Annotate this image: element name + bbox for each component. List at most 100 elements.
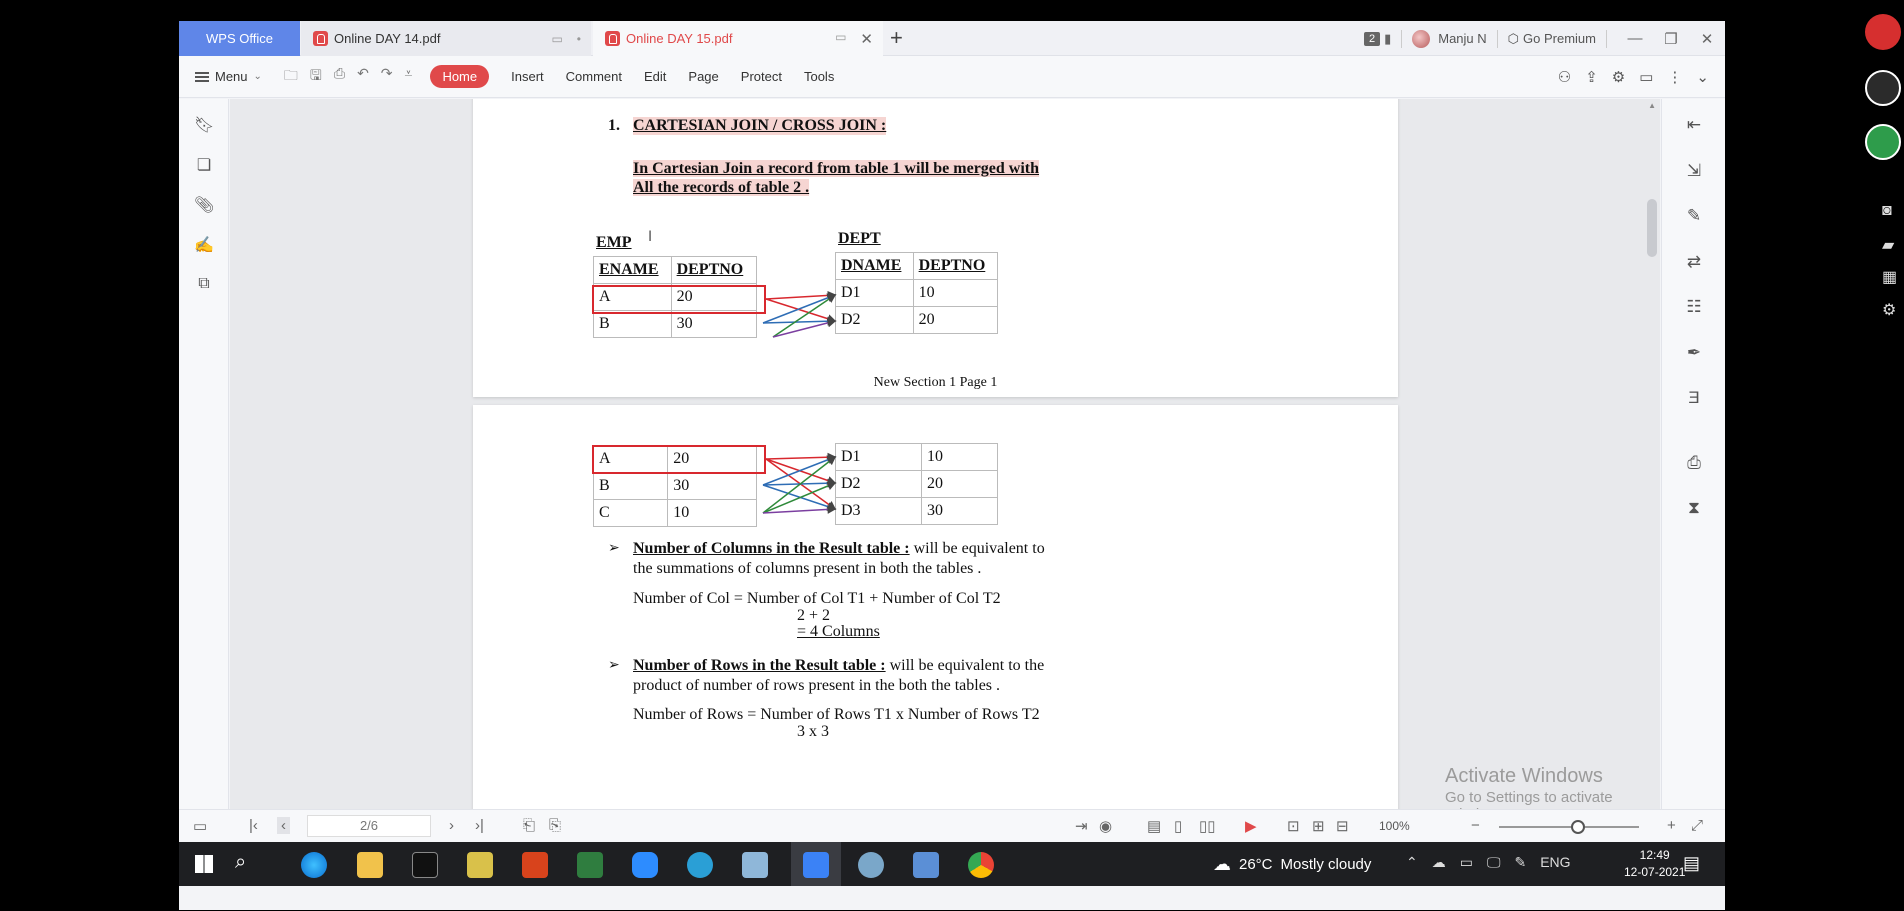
tab-online-day-15[interactable]: Online DAY 15.pdf ▭ ✕ [593, 21, 883, 56]
zoom-level[interactable]: 100% [1379, 819, 1410, 833]
wps-writer-icon[interactable] [803, 852, 829, 878]
network-icon[interactable]: 🖵 [1487, 854, 1501, 871]
clock[interactable]: 12:49 12-07-2021 [1624, 847, 1685, 881]
first-page-icon[interactable]: |‹ [249, 817, 258, 834]
tab-online-day-14[interactable]: Online DAY 14.pdf ▭ • [301, 21, 591, 56]
tab-insert[interactable]: Insert [511, 69, 544, 84]
scroll-thumb[interactable] [1647, 199, 1657, 257]
tab-comment[interactable]: Comment [566, 69, 622, 84]
window-count-badge[interactable]: 2 [1363, 31, 1381, 46]
gear-icon[interactable]: ⚙ [1882, 300, 1896, 320]
notification-icon[interactable]: ▤ [1683, 853, 1700, 874]
collapse-ribbon-icon[interactable]: ⌄ [1696, 68, 1709, 86]
collapse-panel-icon[interactable]: ⇤ [1684, 115, 1704, 135]
battery-icon[interactable]: ▭ [1460, 854, 1473, 871]
video-icon[interactable]: ▰ [1882, 235, 1894, 255]
share-icon[interactable]: ⇪ [1585, 68, 1598, 86]
save-icon[interactable]: 🖫 [310, 65, 322, 89]
play-icon[interactable]: ▶ [1245, 817, 1257, 835]
exit-icon[interactable]: ⇥ [1075, 817, 1088, 835]
open-folder-icon[interactable]: 🗀 [284, 65, 298, 89]
scroll-up-icon[interactable]: ▲ [1648, 101, 1656, 110]
convert-icon[interactable]: ⇄ [1684, 252, 1704, 272]
edit-pdf-icon[interactable]: ✎ [1684, 206, 1704, 226]
print-icon[interactable]: ⎙ [334, 65, 345, 89]
forward-view-icon[interactable]: ⎘ [549, 817, 561, 834]
actual-size-icon[interactable]: ⊡ [1287, 817, 1300, 835]
translate-icon[interactable]: Ǝ [1684, 388, 1704, 408]
user-name[interactable]: Manju N [1438, 31, 1486, 46]
back-view-icon[interactable]: ⎗ [523, 817, 535, 834]
avatar[interactable] [1412, 29, 1431, 48]
close-window-button[interactable]: ✕ [1689, 30, 1725, 48]
page-number-input[interactable]: 2/6 [307, 815, 431, 837]
zoom-slider-knob[interactable] [1571, 820, 1585, 834]
onedrive-icon[interactable]: ☁ [1432, 854, 1446, 871]
settings-icon[interactable]: ⚙ [1612, 68, 1625, 86]
search-icon[interactable]: ⌕ [235, 851, 246, 874]
tab-tools[interactable]: Tools [804, 69, 834, 84]
restore-button[interactable]: ❐ [1653, 30, 1689, 48]
tab-page[interactable]: Page [688, 69, 718, 84]
mic-muted-icon[interactable] [1865, 14, 1901, 50]
camera-icon[interactable]: ◙ [1882, 202, 1892, 220]
paint-icon[interactable] [467, 852, 493, 878]
comment-icon[interactable]: ▭ [1639, 68, 1653, 86]
zoom-app-icon[interactable] [632, 852, 658, 878]
print-panel-icon[interactable]: ⎙ [1684, 453, 1704, 473]
customize-icon[interactable]: ⩡ [405, 65, 413, 89]
tab-protect[interactable]: Protect [741, 69, 782, 84]
single-page-icon[interactable]: ▯ [1174, 817, 1182, 835]
weather-widget[interactable]: ☁ 26°C Mostly cloudy [1213, 854, 1371, 875]
tab-home[interactable]: Home [430, 65, 490, 88]
minimize-button[interactable]: — [1617, 30, 1653, 47]
thumbnails-icon[interactable]: ❏ [194, 155, 214, 175]
window-icon[interactable] [1865, 70, 1901, 106]
terminal-icon[interactable] [412, 852, 438, 878]
restore-tab-icon[interactable]: ▭ [551, 32, 562, 46]
eye-icon[interactable]: ◉ [1099, 817, 1112, 835]
signature-icon[interactable]: ✍ [194, 235, 214, 255]
go-premium-button[interactable]: Go Premium [1523, 31, 1596, 46]
zoom-out-icon[interactable]: − [1471, 817, 1480, 834]
fit-width-icon[interactable]: ⊟ [1336, 817, 1349, 835]
gallery-icon[interactable]: ▦ [1882, 267, 1897, 287]
fullscreen-icon[interactable]: ⤢ [1691, 817, 1703, 834]
pen-icon[interactable]: ✎ [1514, 854, 1526, 871]
more-icon[interactable]: ⋮ [1667, 68, 1682, 86]
export-pdf-icon[interactable]: ⇲ [1684, 161, 1704, 181]
windows-start-icon[interactable] [195, 855, 213, 873]
photos-icon[interactable] [913, 852, 939, 878]
ocr-icon[interactable]: ⧉ [194, 275, 214, 295]
close-tab-icon[interactable]: ✕ [860, 30, 873, 48]
wps-office-tab[interactable]: WPS Office [179, 21, 300, 56]
previous-page-icon[interactable]: ‹ [277, 817, 290, 834]
attachment-icon[interactable]: 📎︎ [194, 195, 214, 215]
new-tab-button[interactable]: + [890, 27, 903, 49]
fit-page-icon[interactable]: ⊞ [1312, 817, 1325, 835]
bookmark-icon[interactable]: 🔖︎ [194, 115, 214, 135]
notes-app-icon[interactable] [742, 852, 768, 878]
sidebar-toggle-icon[interactable]: ▭ [193, 817, 207, 835]
undo-icon[interactable]: ↶ [357, 65, 369, 89]
last-page-icon[interactable]: ›| [475, 817, 484, 834]
file-explorer-icon[interactable] [357, 852, 383, 878]
continuous-view-icon[interactable]: ▤ [1147, 817, 1161, 835]
sign-icon[interactable]: ✒ [1684, 343, 1704, 363]
office-icon[interactable] [522, 852, 548, 878]
zoom-in-icon[interactable]: + [1667, 817, 1676, 834]
annotate-icon[interactable]: ☷ [1684, 297, 1704, 317]
next-page-icon[interactable]: › [449, 817, 454, 834]
redo-icon[interactable]: ↷ [381, 65, 393, 89]
snipping-icon[interactable] [858, 852, 884, 878]
raise-hand-icon[interactable] [1865, 124, 1901, 160]
collaborate-icon[interactable]: ⚇ [1558, 68, 1571, 86]
language-indicator[interactable]: ENG [1540, 854, 1570, 871]
tool-app-icon[interactable] [577, 852, 603, 878]
vertical-scrollbar[interactable]: ▲ [1644, 99, 1660, 809]
window-list-icon[interactable]: ▮ [1384, 31, 1391, 47]
two-page-icon[interactable]: ▯▯ [1199, 817, 1216, 835]
tab-edit[interactable]: Edit [644, 69, 666, 84]
chrome-icon[interactable] [968, 852, 994, 878]
document-viewport[interactable]: 1. CARTESIAN JOIN / CROSS JOIN : In Cart… [230, 99, 1660, 809]
